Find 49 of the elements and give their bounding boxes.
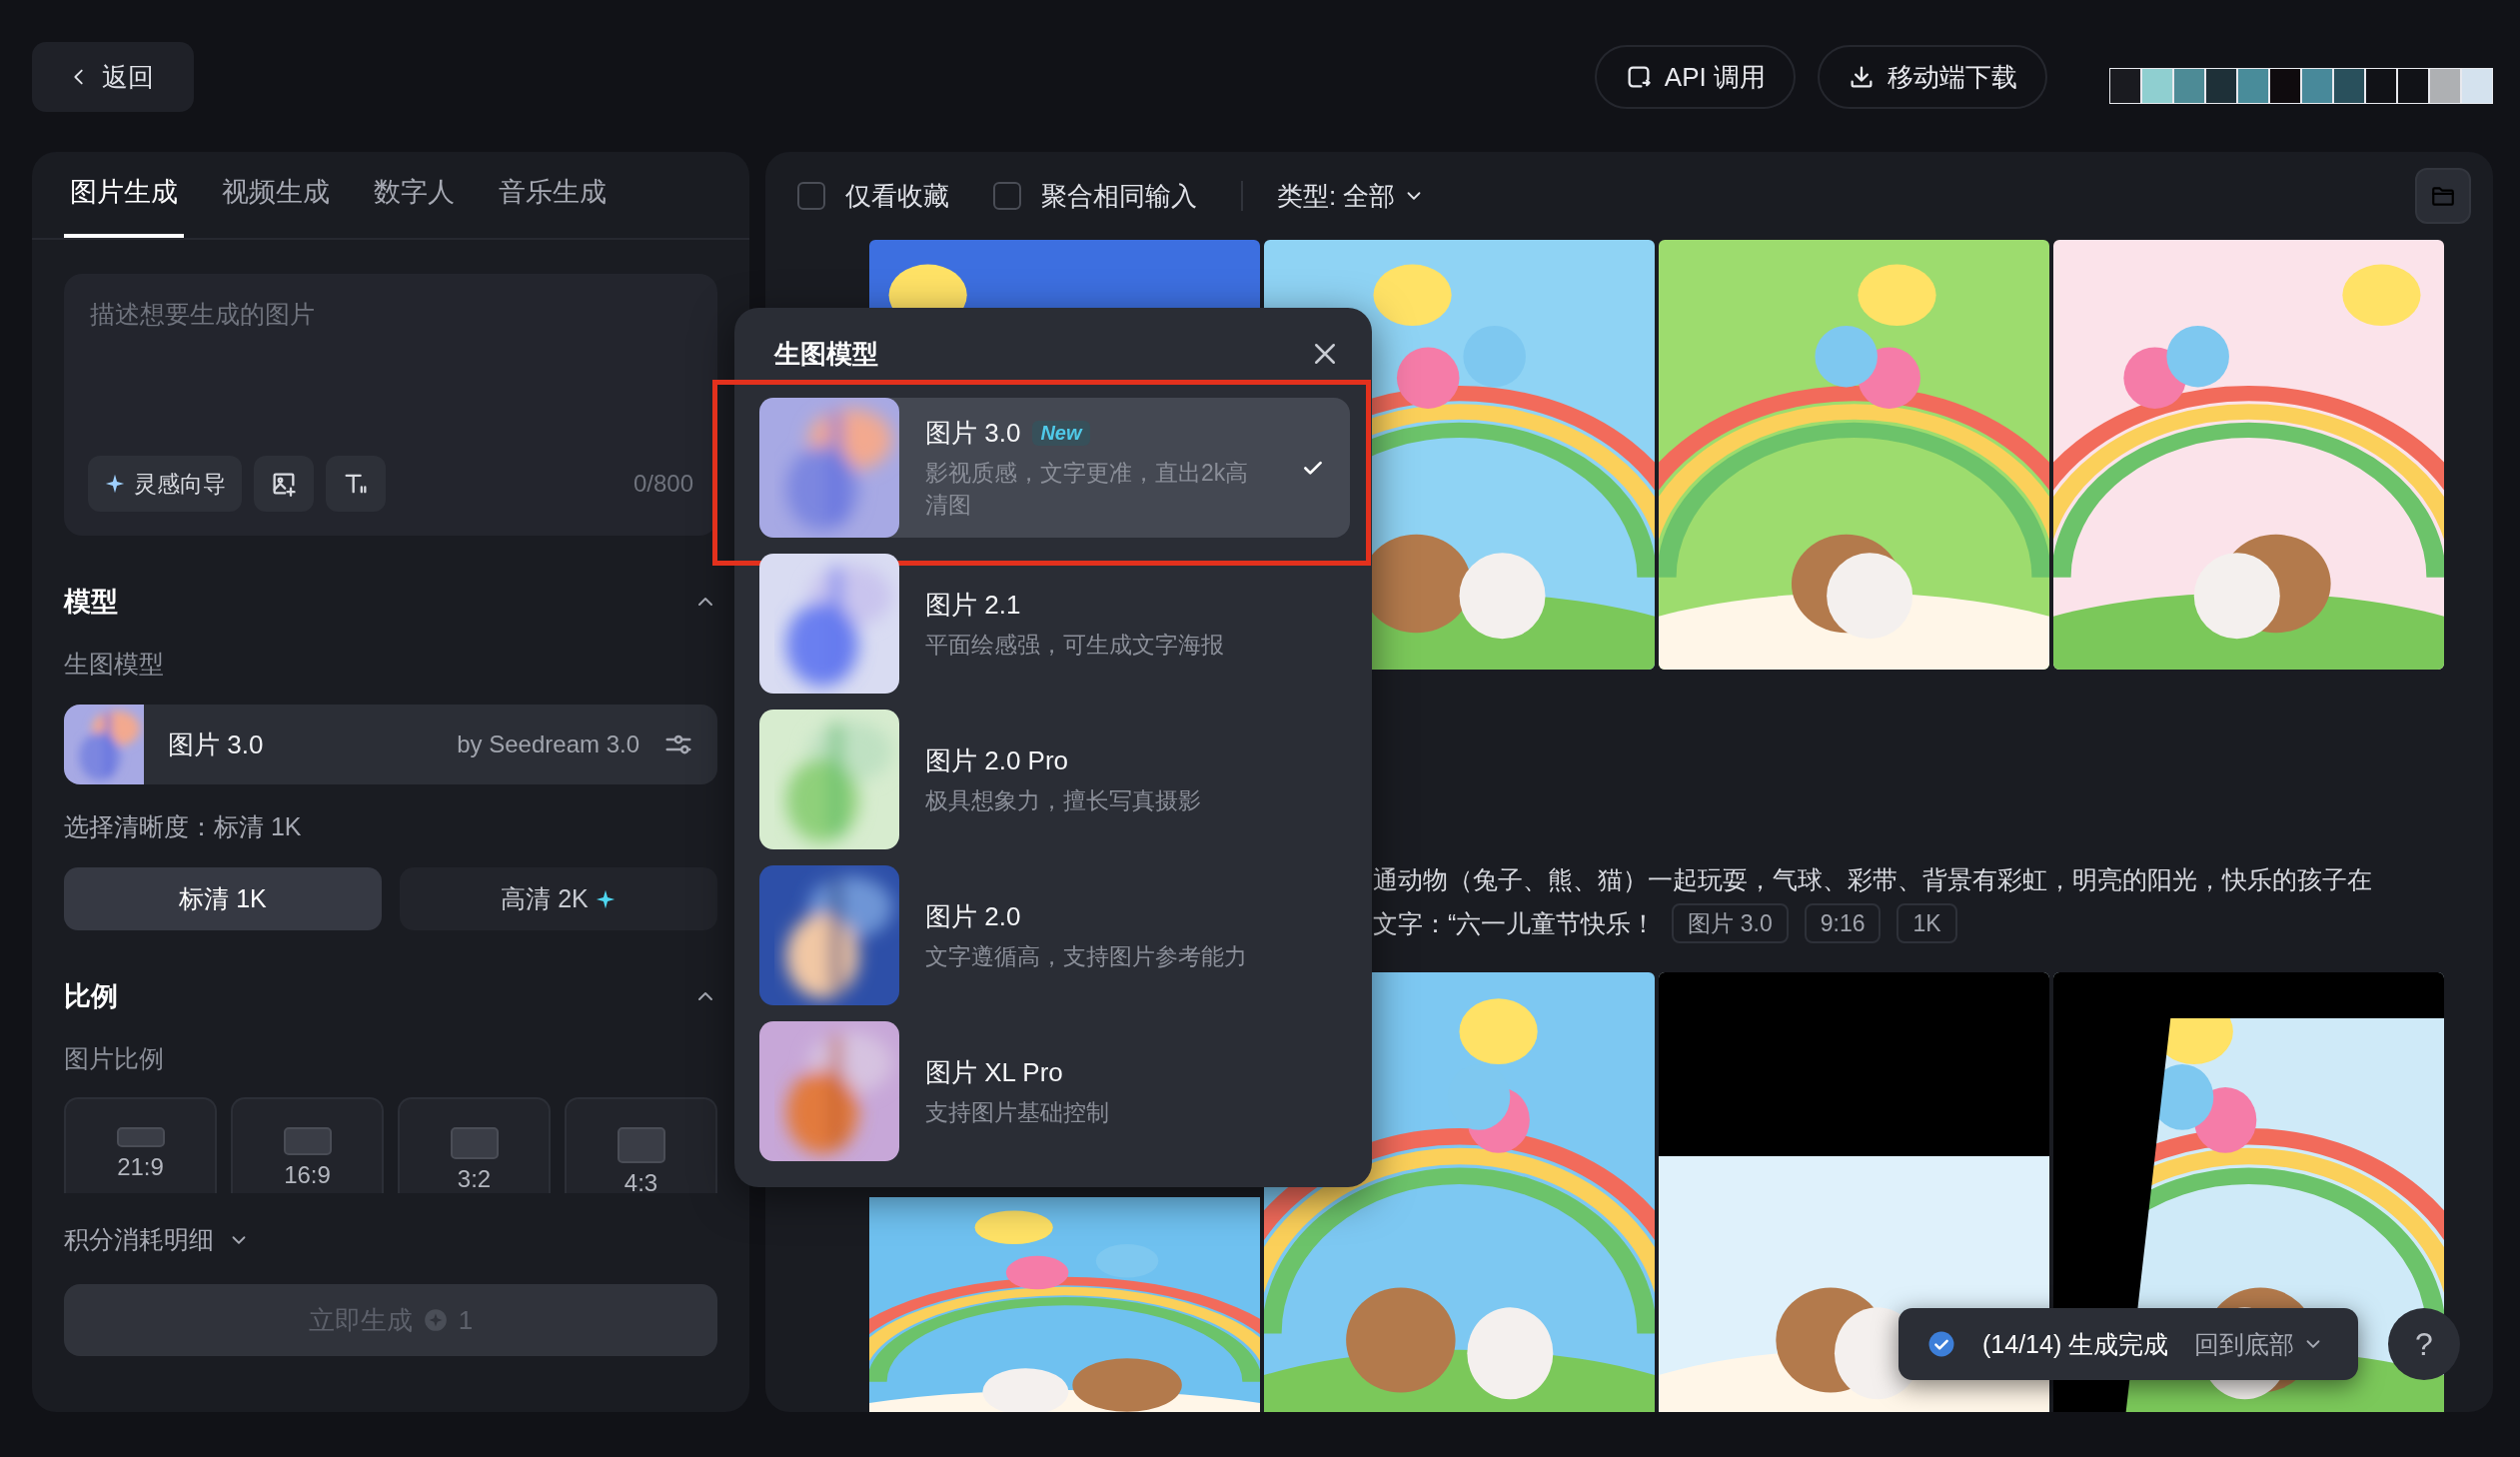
model-name: 图片 2.0 Pro	[925, 743, 1069, 777]
filter-checkbox[interactable]: 聚合相同输入	[993, 178, 1197, 214]
section-title: 模型	[64, 586, 118, 619]
ratio-option[interactable]: 21:9	[64, 1097, 217, 1193]
field-label: 生图模型	[64, 649, 165, 680]
inspiration-button[interactable]: 灵感向导	[88, 456, 242, 512]
model-description: 文字遵循高，支持图片参考能力	[925, 941, 1248, 971]
api-button[interactable]: API 调用	[1594, 45, 1796, 109]
text-style-button[interactable]	[326, 456, 386, 512]
resolution-option[interactable]: 高清 2K	[400, 867, 717, 930]
type-filter-dropdown[interactable]: 类型: 全部	[1271, 177, 1432, 215]
tab[interactable]: 数字人	[368, 173, 461, 238]
back-button[interactable]: 返回	[32, 42, 194, 112]
credit-icon	[422, 1307, 449, 1333]
prompt-field[interactable]: 描述想要生成的图片 灵感向导 0/800	[64, 274, 717, 536]
model-provider: by Seedream 3.0	[457, 730, 639, 758]
tag: 1K	[1896, 903, 1957, 943]
model-name: 图片 XL Pro	[925, 1055, 1063, 1089]
prompt-text: 通动物（兔子、熊、猫）一起玩耍，气球、彩带、背景有彩虹，明亮的阳光，快乐的孩子在	[1373, 865, 2372, 893]
tag: 图片 3.0	[1672, 903, 1789, 943]
model-description: 极具想象力，擅长写真摄影	[925, 785, 1202, 815]
tab[interactable]: 视频生成	[216, 173, 336, 238]
tab[interactable]: 音乐生成	[493, 173, 613, 238]
image-reference-button[interactable]	[254, 456, 314, 512]
resolution-option[interactable]: 标清 1K	[64, 867, 382, 930]
prompt-text: 文字：“六一儿童节快乐！	[1373, 908, 1657, 939]
status-text: (14/14) 生成完成	[1982, 1328, 2169, 1360]
filter-checkbox[interactable]: 仅看收藏	[797, 178, 949, 214]
model-option[interactable]: 图片 2.0 Pro 极具想象力，擅长写真摄影	[759, 710, 1350, 849]
model-option[interactable]: 图片 XL Pro 支持图片基础控制	[759, 1021, 1350, 1161]
check-circle-icon	[1926, 1329, 1956, 1359]
model-name: 图片 2.0	[925, 899, 1021, 933]
model-name: 图片 3.0	[168, 728, 264, 761]
ratio-option[interactable]: 4:3	[565, 1097, 717, 1193]
resolution-label: 选择清晰度：标清 1K	[64, 811, 303, 842]
tag: 9:16	[1804, 903, 1882, 943]
credits-toggle[interactable]: 积分消耗明细	[64, 1223, 250, 1256]
model-description: 支持图片基础控制	[925, 1097, 1110, 1127]
scroll-bottom-button[interactable]: 回到底部	[2194, 1327, 2325, 1361]
tab[interactable]: 图片生成	[64, 173, 184, 238]
download-button[interactable]: 移动端下载	[1818, 45, 2047, 109]
character-counter: 0/800	[632, 470, 693, 498]
menu-title: 生图模型	[774, 337, 878, 371]
field-label: 图片比例	[64, 1043, 165, 1074]
model-option[interactable]: 图片 2.0 文字遵循高，支持图片参考能力	[759, 865, 1350, 1005]
model-selector[interactable]: 图片 3.0 by Seedream 3.0	[64, 705, 717, 784]
ratio-option[interactable]: 16:9	[231, 1097, 384, 1193]
ratio-option[interactable]: 3:2	[398, 1097, 551, 1193]
section-title: 比例	[64, 980, 118, 1013]
